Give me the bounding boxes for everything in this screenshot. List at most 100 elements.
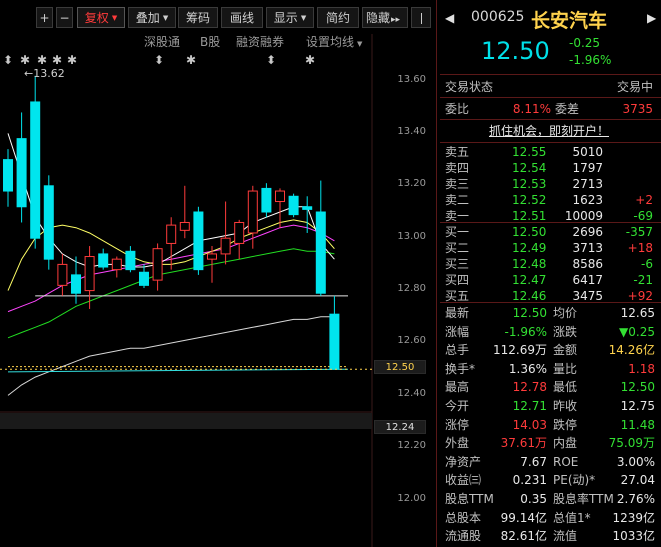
rongzi-link[interactable]: 融资融券 [236, 34, 284, 50]
xianshi-dropdown[interactable]: 显示 ▼ [266, 7, 314, 28]
chouma-button[interactable]: 筹码 [178, 7, 218, 28]
event-marker-icon[interactable]: ✱ [20, 53, 30, 67]
guxi-label: 股息TTM [445, 492, 494, 506]
candle-down [261, 187, 272, 213]
zhangfu-label: 涨幅 [445, 324, 470, 339]
zoom-out-button[interactable]: − [56, 7, 73, 28]
huaxian-button[interactable]: 画线 [221, 7, 263, 28]
bid-level-row[interactable]: 买五 12.46 3475 +92 [437, 288, 661, 304]
open-account-link[interactable]: 抓住机会，即刻开户！ [489, 124, 609, 138]
candle-down [43, 185, 54, 260]
caret-down-icon: ▼ [111, 14, 118, 22]
zuoshou-label: 昨收 [553, 399, 578, 413]
bid-level-row[interactable]: 买一 12.50 2696 -357 [437, 224, 661, 240]
event-marker-icon[interactable]: ✱ [52, 53, 62, 67]
ask-level-change: -69 [633, 209, 653, 223]
bid-level-price: 12.50 [512, 225, 547, 239]
candle-up [84, 256, 95, 292]
zongshou-label: 总手 [445, 343, 470, 358]
minus-icon: − [59, 11, 70, 25]
bid-level-row[interactable]: 买三 12.48 8586 -6 [437, 256, 661, 272]
zhangting-label: 涨停 [445, 417, 470, 432]
open-account-banner[interactable]: 抓住机会，即刻开户！ [437, 121, 661, 141]
zongzhi-value: 1239亿 [612, 510, 655, 525]
bid-level-volume: 3713 [572, 241, 603, 255]
event-marker-icon[interactable]: ✱ [37, 53, 47, 67]
candle-up [207, 253, 217, 260]
bid-level-row[interactable]: 买四 12.47 6417 -21 [437, 272, 661, 288]
bid-level-volume: 8586 [572, 257, 603, 271]
liangbi-label: 量比 [553, 361, 578, 376]
ask-level-row[interactable]: 卖二 12.52 1623 +2 [437, 192, 661, 208]
scroll-strip [0, 413, 372, 429]
bid-level-volume: 6417 [572, 273, 603, 287]
jianyue-label: 简约 [325, 11, 350, 25]
xianshi-label: 显示 [273, 11, 298, 25]
diejia-dropdown[interactable]: 叠加 ▼ [128, 7, 176, 28]
ask-level-label: 卖二 [445, 193, 470, 207]
zongguben-label: 总股本 [445, 510, 482, 525]
ask-level-volume: 5010 [572, 145, 603, 159]
huanshou-value: 1.36% [508, 361, 547, 376]
waipan-value: 37.61万 [500, 436, 547, 451]
trade-status-row: 交易状态 交易中 [437, 77, 661, 97]
stat-row-zongguben: 总股本 99.14亿 总值1* 1239亿 [437, 509, 661, 527]
stat-row-zuigao: 最高 12.78 最低 12.50 [437, 378, 661, 396]
zuoshou-value: 12.75 [620, 399, 655, 413]
ask-level-price: 12.54 [512, 161, 547, 175]
shengangtong-link[interactable]: 深股通 [144, 34, 180, 50]
weicha-label: 委差 [555, 102, 580, 116]
jine-label: 金额 [553, 343, 578, 358]
caret-down-icon: ▼ [357, 40, 363, 48]
event-marker-icon[interactable]: ⬍ [3, 53, 13, 67]
ask-level-row[interactable]: 卖一 12.51 10009 -69 [437, 208, 661, 224]
fuquan-dropdown[interactable]: 复权 ▼ [77, 7, 125, 28]
stat-row-jingzichan: 净资产 7.67 ROE 3.00% [437, 453, 661, 471]
zhangfu-value: -1.96% [504, 324, 547, 339]
bid-level-price: 12.49 [512, 241, 547, 255]
zuigao-label: 最高 [445, 380, 470, 395]
bid-level-change: -6 [641, 257, 653, 271]
bid-level-price: 12.47 [512, 273, 547, 287]
kline-chart[interactable]: 深股通 B股 融资融券 设置均线 ▼ ⬍ ✱ ✱ ✱ ✱ ⬍ ✱ ⬍ ✱ ←13.… [0, 34, 436, 547]
candle-up [166, 224, 177, 244]
bid-level-change: +92 [627, 289, 653, 303]
weibi-value: 8.11% [512, 102, 551, 116]
bid-level-row[interactable]: 买二 12.49 3713 +18 [437, 240, 661, 256]
candle-down [98, 253, 109, 268]
stat-row-zhangfu: 涨幅 -1.96% 涨跌 ▼0.25 [437, 323, 661, 341]
guxi-value: 0.35 [520, 492, 547, 506]
jianyue-button[interactable]: 简约 [317, 7, 359, 28]
ask-level-row[interactable]: 卖四 12.54 1797 [437, 160, 661, 176]
candle-down [30, 101, 41, 239]
zuidi-value: 12.50 [620, 380, 655, 395]
bgu-link[interactable]: B股 [200, 34, 220, 50]
event-marker-icon[interactable]: ✱ [67, 53, 77, 67]
event-marker-icon[interactable]: ⬍ [154, 53, 164, 67]
candle-up [220, 237, 231, 255]
set-ma-dropdown[interactable]: 设置均线 ▼ [306, 34, 362, 50]
ask-level-price: 12.53 [512, 177, 547, 191]
pe-value: 27.04 [620, 473, 655, 488]
ask-level-row[interactable]: 卖五 12.55 5010 [437, 144, 661, 160]
trade-status-value: 交易中 [616, 80, 653, 94]
zuixin-label: 最新 [445, 306, 470, 320]
huanshou-label: 换手* [445, 361, 476, 376]
weibi-row: 委比 8.11% 委差 3735 [437, 99, 661, 119]
zoom-in-button[interactable]: + [36, 7, 53, 28]
dieting-label: 跌停 [553, 417, 578, 432]
event-marker-icon[interactable]: ✱ [305, 53, 315, 67]
stat-row-zongshou: 总手 112.69万 金额 14.26亿 [437, 341, 661, 359]
zuigao-value: 12.78 [512, 380, 547, 395]
panel-toggle-button[interactable] [411, 7, 431, 28]
ask-level-row[interactable]: 卖三 12.53 2713 [437, 176, 661, 192]
yincang-button[interactable]: 隐藏▸▸ [362, 7, 408, 28]
plus-icon: + [39, 11, 50, 25]
caret-down-icon: ▼ [300, 14, 307, 22]
stock-quote-window: + − 复权 ▼ 叠加 ▼ 筹码 画线 显示 ▼ 简约 隐藏▸▸ 深股通 B股 融资融… [0, 0, 661, 547]
liutong-value: 82.61亿 [500, 529, 547, 544]
event-marker-icon[interactable]: ⬍ [266, 53, 276, 67]
event-marker-icon[interactable]: ✱ [186, 53, 196, 67]
stat-row-huanshou: 换手* 1.36% 量比 1.18 [437, 360, 661, 378]
high-price-annotation: ←13.62 [24, 67, 65, 80]
